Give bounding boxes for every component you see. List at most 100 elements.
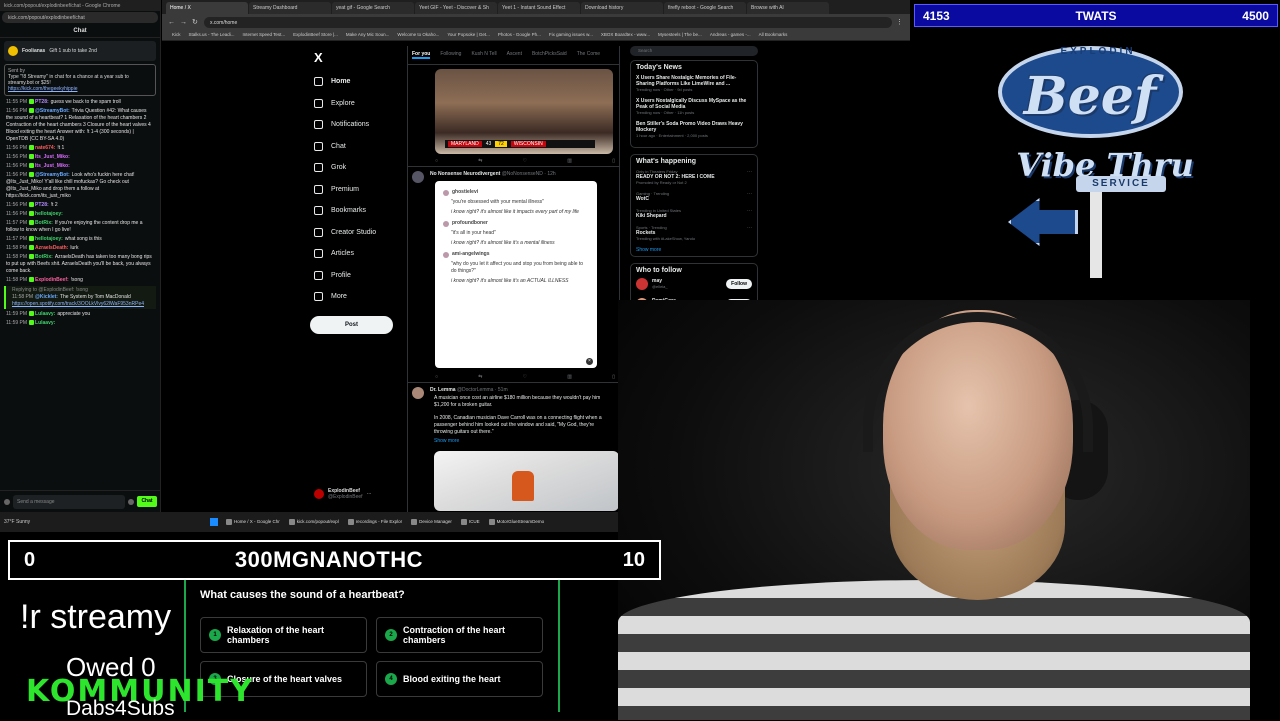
bookmark-item[interactable]: Photos - Google Ph... bbox=[498, 32, 541, 38]
nav-item-explore[interactable]: Explore bbox=[310, 93, 400, 115]
browser-tab[interactable]: Yeet GIF - Yeet - Discover & Sh bbox=[415, 2, 497, 14]
chat-input[interactable]: Send a message bbox=[13, 494, 125, 509]
nav-item-notifications[interactable]: Notifications bbox=[310, 114, 400, 136]
timeline-tab[interactable]: BotchPicksSaid bbox=[532, 51, 567, 59]
trend-item[interactable]: Trending in United States Kiki Shepard ··· bbox=[636, 208, 752, 219]
bookmark-item[interactable]: All Bookmarks bbox=[759, 32, 788, 38]
more-icon[interactable]: ··· bbox=[367, 491, 372, 497]
taskbar-app[interactable]: kick.com/popout/expl bbox=[287, 516, 342, 528]
views-icon[interactable]: ▥ bbox=[567, 374, 572, 380]
message-user[interactable]: PT28: bbox=[35, 202, 49, 208]
message-user[interactable]: @StreamyBot: bbox=[35, 108, 70, 114]
bookmark-item[interactable]: Fix gaming issues w... bbox=[549, 32, 593, 38]
tweet-author[interactable]: No Nonsense Neurodivergent bbox=[430, 171, 500, 177]
message-user[interactable]: @StreamyBot: bbox=[35, 172, 70, 178]
message-user[interactable]: BotRix: bbox=[35, 254, 53, 260]
nav-item-premium[interactable]: Premium bbox=[310, 179, 400, 201]
tweet[interactable]: Dr. Lemma @DoctorLemma · 51m A musician … bbox=[408, 383, 619, 512]
retweet-icon[interactable]: ⇆ bbox=[478, 158, 482, 164]
bookmark-icon[interactable]: ▯ bbox=[612, 374, 615, 380]
views-icon[interactable]: ▥ bbox=[567, 158, 572, 164]
nav-item-chat[interactable]: Chat bbox=[310, 136, 400, 158]
bookmark-item[interactable]: XBOX Boardtex - www... bbox=[601, 32, 650, 38]
message-user[interactable]: PT28: bbox=[35, 99, 49, 105]
message-user[interactable]: hellotajoey: bbox=[35, 236, 63, 242]
nav-item-bookmarks[interactable]: Bookmarks bbox=[310, 200, 400, 222]
retweet-icon[interactable]: ⇆ bbox=[478, 374, 482, 380]
address-bar[interactable]: x.com/home bbox=[204, 16, 892, 28]
trend-item[interactable]: Sports · Trending Rockets Trending with #L… bbox=[636, 225, 752, 241]
tweet-image[interactable]: × ghostielevi "you're obsessed with your … bbox=[435, 181, 597, 368]
browser-tab[interactable]: Yeet 1 - Instant Sound Effect bbox=[498, 2, 580, 14]
timeline-tab[interactable]: Ascent bbox=[507, 51, 522, 59]
like-icon[interactable]: ♡ bbox=[523, 374, 527, 380]
weather-widget[interactable]: 37°F Sunny bbox=[4, 519, 34, 525]
back-icon[interactable]: ← bbox=[168, 19, 176, 26]
nav-item-creator-studio[interactable]: Creator Studio bbox=[310, 222, 400, 244]
nav-item-grok[interactable]: Grok bbox=[310, 157, 400, 179]
taskbar-app[interactable]: Home / X - Google Chr bbox=[224, 516, 283, 528]
pinned-gift[interactable]: Foolianas Gift 1 sub to take 2nd bbox=[4, 41, 156, 61]
timeline-tab[interactable]: Kush N Tell bbox=[471, 51, 496, 59]
callout-link[interactable]: https://kick.com/thegeekyhippie bbox=[8, 86, 77, 92]
browser-tab[interactable]: firefly reboot - Google Search bbox=[664, 2, 746, 14]
bookmark-item[interactable]: Stalks.us - The Leadi... bbox=[189, 32, 235, 38]
show-more-link[interactable]: Show more bbox=[434, 438, 459, 444]
trend-item[interactable]: Gaming · Trending WotC ··· bbox=[636, 191, 752, 202]
browser-tab[interactable]: Browse with AI bbox=[747, 2, 829, 14]
tweet-image[interactable] bbox=[434, 451, 619, 511]
timeline-tab[interactable]: The Come bbox=[577, 51, 600, 59]
news-item[interactable]: X Users Nostalgically Discuss MySpace as… bbox=[636, 98, 752, 115]
avatar[interactable] bbox=[636, 278, 648, 290]
spotify-link[interactable]: https://open.spotify.com/track/3OOLkVlvy… bbox=[12, 301, 144, 307]
message-user[interactable]: Lulaavy: bbox=[35, 311, 55, 317]
browser-tab[interactable]: Home / X bbox=[166, 2, 248, 14]
timeline-tab[interactable]: Following bbox=[440, 51, 461, 59]
nav-item-profile[interactable]: Profile bbox=[310, 265, 400, 287]
timeline-tab[interactable]: For you bbox=[412, 51, 431, 59]
trend-item[interactable]: Only in Theaters Friday READY OR NOT 2: H… bbox=[636, 169, 752, 185]
follow-button[interactable]: Follow bbox=[726, 279, 752, 289]
bookmark-icon[interactable]: ▯ bbox=[612, 158, 615, 164]
bookmark-item[interactable]: Mysesteels | The be... bbox=[658, 32, 702, 38]
taskbar-app[interactable]: recordings - File Explor bbox=[346, 516, 405, 528]
bookmark-item[interactable]: Welcome to Okaho... bbox=[397, 32, 439, 38]
message-user[interactable]: BotRix: bbox=[35, 220, 53, 226]
x-logo[interactable]: X bbox=[314, 50, 400, 65]
more-icon[interactable]: ··· bbox=[747, 208, 752, 214]
message-user[interactable]: @Kicklet: bbox=[35, 294, 58, 300]
taskbar-app[interactable]: Device Manager bbox=[409, 516, 455, 528]
post-button[interactable]: Post bbox=[310, 315, 393, 334]
nav-item-articles[interactable]: Articles bbox=[310, 243, 400, 265]
taskbar-app[interactable]: MotorGlueStreamDemo bbox=[487, 516, 548, 528]
browser-tab[interactable]: Download history bbox=[581, 2, 663, 14]
message-user[interactable]: hellotajoey: bbox=[35, 211, 63, 217]
browser-tab[interactable]: Streamy Dashboard bbox=[249, 2, 331, 14]
nav-item-more[interactable]: More bbox=[310, 286, 400, 308]
news-item[interactable]: X Users Share Nostalgic Memories of File… bbox=[636, 75, 752, 92]
message-user[interactable]: Lulaavy: bbox=[35, 320, 55, 326]
message-user[interactable]: ExplodinBeef: bbox=[35, 277, 69, 283]
account-switcher[interactable]: ExplodinBeef @ExplodinBeef ··· bbox=[314, 488, 404, 500]
extensions-icon[interactable]: ⋮ bbox=[896, 18, 904, 26]
more-icon[interactable]: ··· bbox=[747, 169, 752, 175]
emote-icon[interactable] bbox=[4, 498, 10, 505]
tweet-author[interactable]: Dr. Lemma bbox=[430, 387, 456, 393]
chat-url-bar[interactable]: kick.com/popout/explodinbeef/chat bbox=[2, 12, 158, 23]
bookmark-item[interactable]: Internet Speed Test... bbox=[242, 32, 285, 38]
message-user[interactable]: Its_Just_Miko: bbox=[35, 163, 70, 169]
tweet[interactable]: No Nonsense Neurodivergent @NoNonsenseND… bbox=[408, 167, 619, 370]
taskbar-app[interactable]: ICUE bbox=[459, 516, 483, 528]
message-user[interactable]: nate674: bbox=[35, 145, 55, 151]
show-more-link[interactable]: Show more bbox=[636, 247, 752, 253]
message-user[interactable]: Its_Just_Miko: bbox=[35, 154, 70, 160]
settings-icon[interactable] bbox=[128, 498, 134, 505]
reply-icon[interactable]: ○ bbox=[435, 158, 438, 164]
browser-tab[interactable]: yeat gif - Google Search bbox=[332, 2, 414, 14]
bookmark-item[interactable]: Your Popsoke | Get... bbox=[447, 32, 490, 38]
reload-icon[interactable]: ↻ bbox=[192, 18, 200, 26]
nav-item-home[interactable]: Home bbox=[310, 71, 400, 93]
message-user[interactable]: AzraelsDeath: bbox=[35, 245, 68, 251]
follow-name[interactable]: may @elleia_ bbox=[652, 278, 722, 290]
bookmark-item[interactable]: Andreas - games -... bbox=[710, 32, 751, 38]
